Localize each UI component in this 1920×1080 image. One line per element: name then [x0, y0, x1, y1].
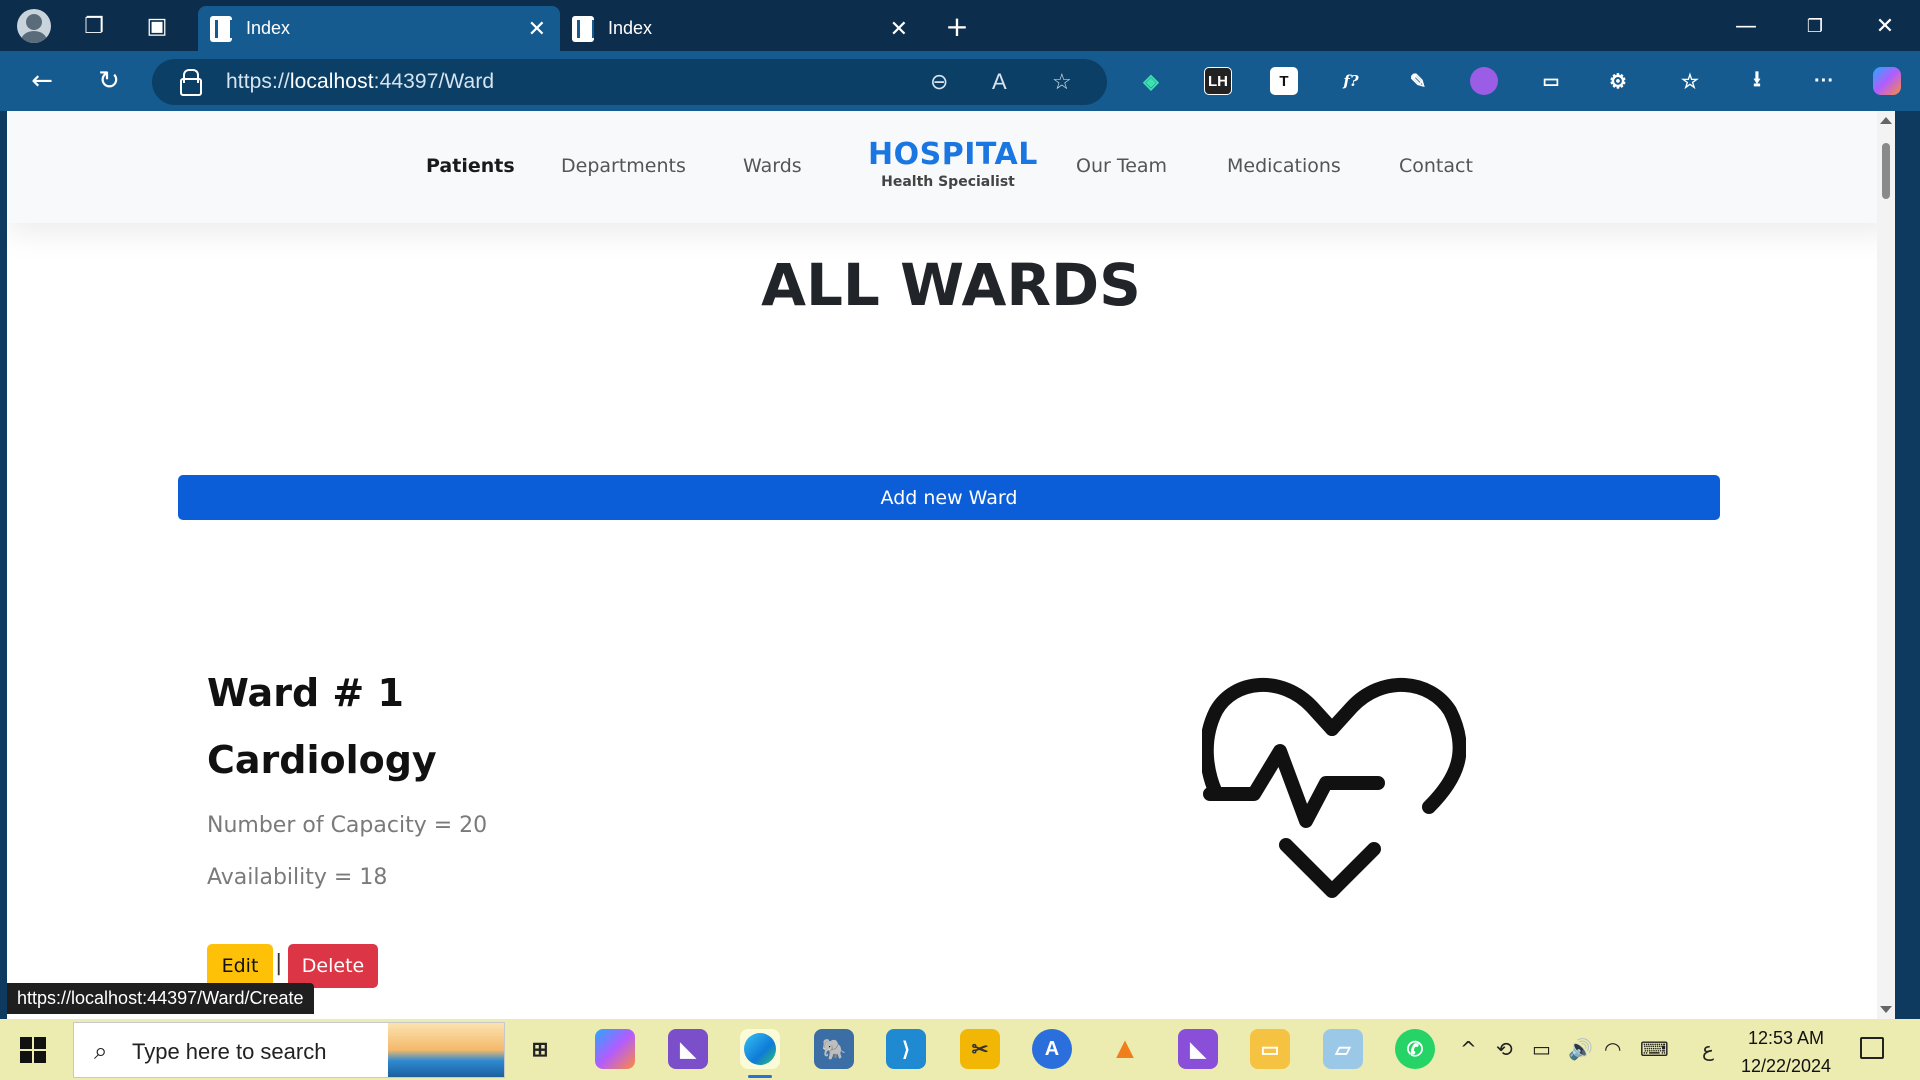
whatsapp-icon[interactable]: ✆	[1395, 1029, 1435, 1069]
text-extension-icon[interactable]: T	[1270, 67, 1298, 95]
nav-link-our-team[interactable]: Our Team	[1076, 155, 1167, 177]
extension-icon[interactable]	[1470, 67, 1498, 95]
site-header: Patients Departments Wards HOSPITAL Heal…	[7, 111, 1895, 223]
battery-icon[interactable]: ▭	[1532, 1037, 1551, 1061]
address-url[interactable]: https://localhost:44397/Ward	[226, 70, 494, 94]
ward-availability: Availability = 18	[207, 865, 388, 890]
zoom-icon[interactable]: ⊖	[930, 69, 948, 95]
nav-link-wards[interactable]: Wards	[743, 155, 802, 177]
scroll-thumb[interactable]	[1882, 143, 1890, 199]
nav-link-medications[interactable]: Medications	[1227, 155, 1341, 177]
page-icon	[210, 15, 232, 42]
wifi-icon[interactable]: ◠	[1604, 1037, 1621, 1061]
tab-title: Index	[246, 18, 291, 38]
lighthouse-extension-icon[interactable]: LH	[1204, 67, 1232, 95]
clock[interactable]: 12:53 AM 12/22/2024	[1732, 1024, 1840, 1080]
download-icon[interactable]: ⭳	[1743, 66, 1771, 95]
ward-capacity: Number of Capacity = 20	[207, 813, 488, 838]
clock-date: 12/22/2024	[1740, 1056, 1832, 1076]
profile-avatar[interactable]	[17, 9, 51, 43]
address-bar[interactable]: https://localhost:44397/Ward ⊖ A ☆	[152, 59, 1107, 105]
taskbar-search[interactable]: ⌕ Type here to search	[73, 1022, 505, 1078]
search-highlight-image	[388, 1023, 504, 1077]
action-separator: |	[275, 951, 283, 976]
nav-link-contact[interactable]: Contact	[1399, 155, 1473, 177]
tab-title: Index	[608, 18, 653, 38]
ward-name: Cardiology	[207, 738, 437, 782]
file-explorer-icon[interactable]: ▭	[1250, 1029, 1290, 1069]
favorite-star-icon[interactable]: ☆	[1052, 69, 1072, 95]
notification-icon[interactable]	[1860, 1037, 1884, 1059]
refresh-icon[interactable]: ↻	[92, 64, 126, 98]
language-indicator[interactable]: ع	[1702, 1037, 1714, 1061]
app-store-icon[interactable]: A	[1032, 1029, 1072, 1069]
close-tab-icon[interactable]: ✕	[890, 16, 908, 42]
clock-time: 12:53 AM	[1747, 1028, 1825, 1048]
visual-studio-icon[interactable]: ◣	[668, 1029, 708, 1069]
volume-icon[interactable]: 🔊	[1568, 1037, 1593, 1061]
link-status-tooltip: https://localhost:44397/Ward/Create	[7, 983, 314, 1014]
vlc-icon[interactable]: ▲	[1105, 1029, 1145, 1069]
taskbar: ⌕ Type here to search ⊞ ◣ 🐘 ⟩ ✂ A ▲ ◣ ▭ …	[0, 1019, 1920, 1080]
scroll-up-arrow-icon[interactable]	[1880, 117, 1892, 124]
extensions-icon[interactable]: ⚙	[1604, 67, 1632, 95]
brand-name: HOSPITAL	[868, 137, 1038, 172]
font-extension-icon[interactable]: f?	[1337, 67, 1365, 95]
windows-start-icon[interactable]	[20, 1037, 46, 1063]
eyedropper-icon[interactable]: ✎	[1404, 67, 1432, 95]
restore-icon[interactable]: ❐	[1795, 8, 1835, 44]
ward-number: Ward # 1	[207, 671, 404, 715]
page-scrollbar[interactable]	[1877, 111, 1895, 1019]
page-viewport: Patients Departments Wards HOSPITAL Heal…	[7, 111, 1895, 1019]
sync-icon[interactable]: ⟲	[1496, 1037, 1513, 1061]
screen-extension-icon[interactable]: ▭	[1537, 67, 1565, 95]
workspaces-icon[interactable]: ❐	[80, 12, 108, 40]
visual-studio-preview-icon[interactable]: ◣	[1178, 1029, 1218, 1069]
tab-index-active[interactable]: Index ✕	[198, 6, 560, 51]
page-icon	[572, 15, 594, 42]
favorites-icon[interactable]: ☆	[1676, 67, 1704, 95]
extension-icon[interactable]: ◈	[1137, 67, 1165, 95]
tab-actions-icon[interactable]: ▣	[143, 12, 171, 40]
edit-button[interactable]: Edit	[207, 944, 273, 988]
brand-tagline: Health Specialist	[881, 174, 1015, 190]
browser-toolbar: ← ↻ https://localhost:44397/Ward ⊖ A ☆ ◈…	[0, 51, 1920, 111]
delete-button[interactable]: Delete	[288, 944, 378, 988]
site-brand[interactable]: HOSPITAL Health Specialist	[868, 137, 1038, 190]
browser-titlebar: ❐ ▣ Index ✕ Index ✕ + — ❐ ✕	[0, 0, 1920, 51]
active-app-indicator	[748, 1075, 772, 1078]
add-ward-button[interactable]: Add new Ward	[178, 475, 1720, 520]
scroll-down-arrow-icon[interactable]	[1880, 1006, 1892, 1013]
edge-app-icon[interactable]	[740, 1029, 780, 1069]
tray-expand-icon[interactable]: ^	[1460, 1037, 1477, 1061]
new-tab-icon[interactable]: +	[943, 10, 971, 43]
snipping-tool-icon[interactable]: ✂	[960, 1029, 1000, 1069]
copilot-app-icon[interactable]	[595, 1029, 635, 1069]
postgresql-icon[interactable]: 🐘	[814, 1029, 854, 1069]
search-icon: ⌕	[94, 1037, 108, 1065]
task-view-icon[interactable]: ⊞	[520, 1029, 560, 1069]
copilot-icon[interactable]	[1873, 67, 1901, 95]
more-icon[interactable]: ···	[1810, 67, 1838, 95]
notepad-icon[interactable]: ▱	[1323, 1029, 1363, 1069]
heart-pulse-icon	[1202, 678, 1466, 898]
keyboard-icon[interactable]: ⌨	[1640, 1037, 1669, 1061]
vscode-icon[interactable]: ⟩	[886, 1029, 926, 1069]
nav-link-patients[interactable]: Patients	[426, 155, 515, 177]
search-placeholder: Type here to search	[132, 1039, 327, 1064]
lock-icon[interactable]	[180, 69, 202, 96]
read-aloud-icon[interactable]: A	[992, 69, 1007, 95]
page-title: ALL WARDS	[761, 251, 1141, 319]
minimize-icon[interactable]: —	[1726, 8, 1766, 44]
tab-index[interactable]: Index ✕	[560, 6, 922, 51]
close-window-icon[interactable]: ✕	[1865, 8, 1905, 44]
nav-link-departments[interactable]: Departments	[561, 155, 686, 177]
back-icon[interactable]: ←	[25, 64, 59, 98]
close-tab-icon[interactable]: ✕	[528, 16, 546, 42]
